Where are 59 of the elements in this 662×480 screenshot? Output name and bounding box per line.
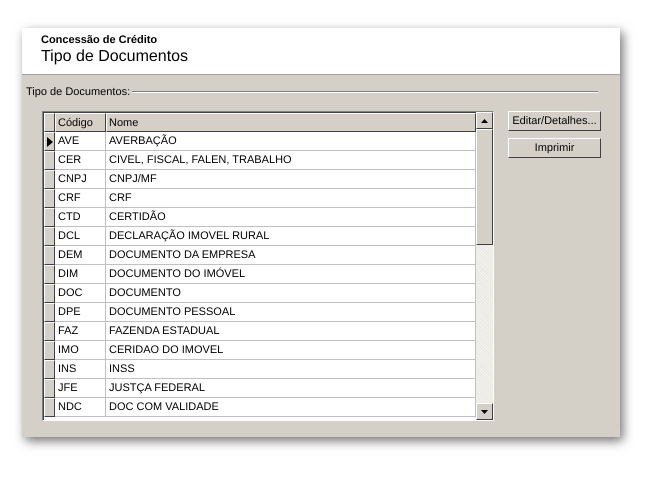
row-selector[interactable] [44,151,55,170]
row-selector[interactable] [44,284,55,303]
table-cell: DPE [55,303,106,322]
row-selector[interactable] [44,322,55,341]
row-selector[interactable] [44,265,55,284]
row-selector[interactable] [44,303,55,322]
table-cell: AVE [55,132,106,151]
scroll-thumb[interactable] [476,129,493,245]
table-cell: DOCUMENTO PESSOAL [106,303,476,322]
table-cell: JFE [55,379,106,398]
scroll-up-button[interactable] [476,112,493,129]
table-cell: JUSTÇA FEDERAL [106,379,476,398]
row-selector[interactable] [44,398,55,417]
table-cell: DOCUMENTO DO IMÓVEL [106,265,476,284]
table-cell: FAZENDA ESTADUAL [106,322,476,341]
table-cell: DECLARAÇÃO IMOVEL RURAL [106,227,476,246]
table-cell: DOC [55,284,106,303]
scroll-down-button[interactable] [476,403,493,420]
table-cell: AVERBAÇÃO [106,132,476,151]
table-cell: CTD [55,208,106,227]
column-header[interactable]: Código [55,113,106,132]
row-selector[interactable] [44,246,55,265]
row-selector[interactable] [44,227,55,246]
edit-button[interactable]: Editar/Detalhes... [508,111,601,131]
scrollbar[interactable] [476,112,493,420]
table-cell: CRF [106,189,476,208]
group-label: Tipo de Documentos: [26,86,130,98]
row-selector[interactable] [44,132,55,151]
table-cell: CNPJ [55,170,106,189]
form-subtitle: Concessão de Crédito [41,34,158,46]
current-row-icon [46,136,52,146]
table-cell: DOCUMENTO DA EMPRESA [106,246,476,265]
table-cell: CIVEL, FISCAL, FALEN, TRABALHO [106,151,476,170]
column-header[interactable]: Nome [106,113,476,132]
table-cell: NDC [55,398,106,417]
print-button[interactable]: Imprimir [508,138,601,158]
row-selector[interactable] [44,170,55,189]
row-selector[interactable] [44,189,55,208]
table-cell: DOC COM VALIDADE [106,398,476,417]
row-selector[interactable] [44,208,55,227]
row-selector[interactable] [44,379,55,398]
down-arrow-icon [481,410,488,414]
form-title: Tipo de Documentos [41,48,190,66]
table-cell: INS [55,360,106,379]
table-cell: DCL [55,227,106,246]
table-cell: FAZ [55,322,106,341]
table-cell: CERTIDÃO [106,208,476,227]
up-arrow-icon [481,118,488,122]
table-cell: CNPJ/MF [106,170,476,189]
row-selector[interactable] [44,360,55,379]
table-cell: CERIDAO DO IMOVEL [106,341,476,360]
table-cell: CER [55,151,106,170]
table-cell: DIM [55,265,106,284]
table-cell: DEM [55,246,106,265]
table-cell: INSS [106,360,476,379]
row-selector[interactable] [44,341,55,360]
table-cell: IMO [55,341,106,360]
table-cell: DOCUMENTO [106,284,476,303]
table-cell: CRF [55,189,106,208]
